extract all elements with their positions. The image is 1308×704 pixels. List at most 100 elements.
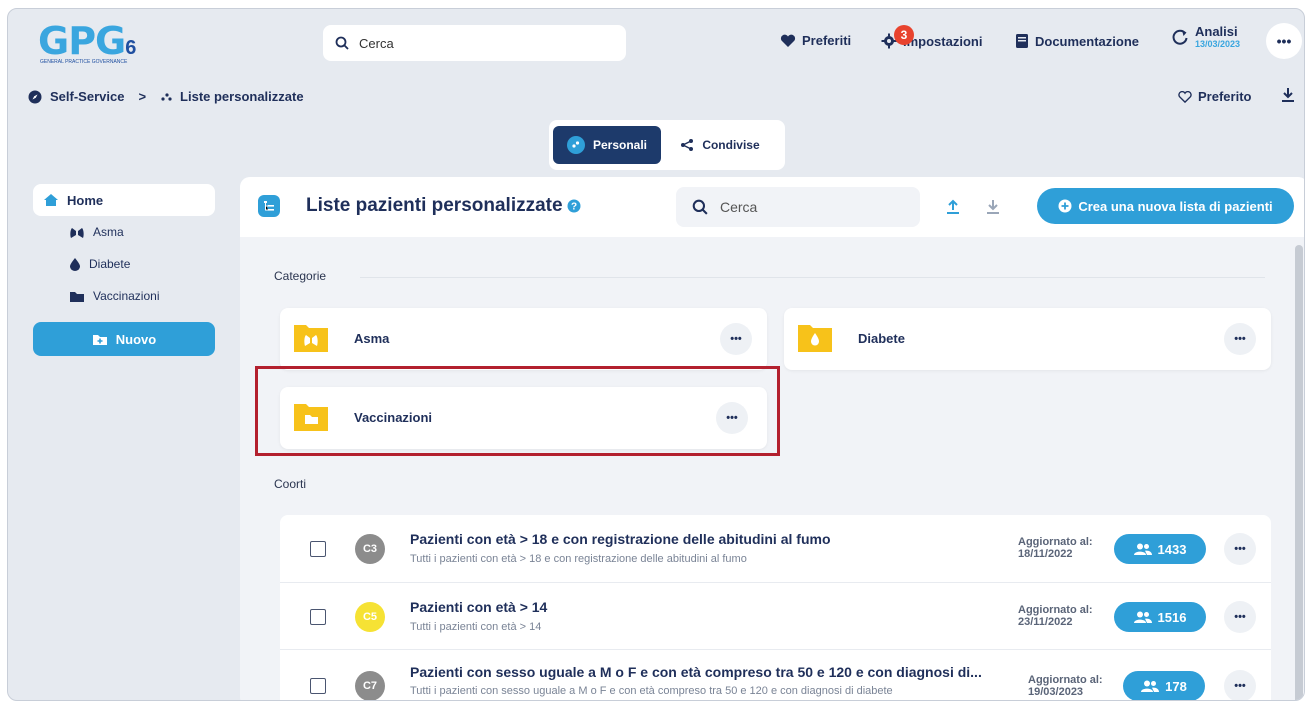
updated-label: Aggiornato al: — [1028, 674, 1103, 686]
lists-search-placeholder: Cerca — [720, 199, 758, 215]
cohort-more-button[interactable]: ••• — [1224, 670, 1256, 700]
tab-condivise-label: Condivise — [702, 138, 760, 152]
updated-label: Aggiornato al: — [1018, 536, 1093, 548]
heart-icon — [780, 34, 796, 47]
book-icon — [1016, 34, 1028, 48]
nav-preferiti[interactable]: Preferiti — [780, 33, 851, 48]
category-asma-more-button[interactable]: ••• — [720, 323, 752, 355]
lists-search-input[interactable]: Cerca — [676, 187, 920, 227]
sidebar-item-asma[interactable]: Asma — [33, 216, 215, 248]
patient-count-button[interactable]: 1516 — [1114, 602, 1206, 632]
logo-version: 6 — [125, 37, 137, 59]
compass-icon — [28, 90, 42, 103]
cohort-row[interactable]: C3 Pazienti con età > 18 e con registraz… — [280, 515, 1271, 583]
cohort-title[interactable]: Pazienti con età > 14 — [410, 599, 547, 615]
dots-list-icon — [161, 92, 172, 101]
cohort-avatar: C5 — [355, 602, 385, 632]
highlight-box — [255, 366, 780, 456]
cohort-more-button[interactable]: ••• — [1224, 601, 1256, 633]
more-menu-button[interactable]: ••• — [1266, 23, 1302, 59]
updated-date: 19/03/2023 — [1028, 686, 1084, 698]
divider — [360, 277, 1265, 278]
download-icon — [987, 200, 999, 214]
row-checkbox[interactable] — [310, 678, 326, 694]
tab-condivise[interactable]: Condivise — [665, 126, 775, 164]
patient-count: 1433 — [1157, 541, 1187, 557]
cohort-title[interactable]: Pazienti con età > 18 e con registrazion… — [410, 531, 831, 547]
category-diabete-label: Diabete — [858, 331, 905, 346]
category-card-asma[interactable]: Asma ••• — [280, 308, 767, 370]
create-list-button[interactable]: Crea una nuova lista di pazienti — [1037, 188, 1294, 224]
cohort-subtitle: Tutti i pazienti con sesso uguale a M o … — [410, 685, 893, 697]
cohort-avatar: C3 — [355, 534, 385, 564]
scrollbar[interactable] — [1295, 245, 1303, 700]
section-categorie-label: Categorie — [274, 269, 327, 283]
nav-documentazione-label: Documentazione — [1035, 33, 1140, 49]
gpg-logo[interactable]: GPG6 GENERAL PRACTICE GOVERNANCE — [38, 21, 178, 71]
personal-icon — [566, 136, 585, 154]
search-icon — [692, 199, 708, 215]
cohort-row[interactable]: C5 Pazienti con età > 14 Tutti i pazient… — [280, 583, 1271, 650]
export-button[interactable] — [986, 199, 1000, 220]
top-bar: GPG6 GENERAL PRACTICE GOVERNANCE Cerca P… — [8, 9, 1304, 81]
sidebar-item-vaccinazioni[interactable]: Vaccinazioni — [33, 280, 215, 312]
cohort-updated: Aggiornato al: 19/03/2023 — [1028, 674, 1103, 698]
patient-count: 178 — [1165, 678, 1187, 694]
cohort-title[interactable]: Pazienti con sesso uguale a M o F e con … — [410, 664, 982, 680]
nav-documentazione[interactable]: Documentazione — [1015, 33, 1139, 49]
sidebar-item-home[interactable]: Home — [33, 184, 215, 216]
sidebar-item-diabete[interactable]: Diabete — [33, 248, 215, 280]
cohort-subtitle: Tutti i pazienti con età > 14 — [410, 621, 542, 633]
new-category-button[interactable]: Nuovo — [33, 322, 215, 356]
sidebar-vaccinazioni-label: Vaccinazioni — [93, 289, 160, 303]
row-checkbox[interactable] — [310, 541, 326, 557]
create-list-label: Crea una nuova lista di pazienti — [1078, 198, 1273, 214]
cohort-row[interactable]: C7 Pazienti con sesso uguale a M o F e c… — [280, 650, 1271, 700]
category-card-diabete[interactable]: Diabete ••• — [784, 308, 1271, 370]
global-search-input[interactable]: Cerca — [323, 25, 626, 61]
row-checkbox[interactable] — [310, 609, 326, 625]
patient-count-button[interactable]: 178 — [1123, 671, 1205, 700]
upload-button[interactable] — [946, 199, 960, 220]
section-coorti-label: Coorti — [274, 477, 307, 491]
patient-count-button[interactable]: 1433 — [1114, 534, 1206, 564]
plus-circle-icon — [1058, 199, 1072, 213]
users-icon — [1133, 543, 1152, 555]
cohort-avatar: C7 — [355, 671, 385, 700]
sidebar: Home Asma Diabete Vaccinazioni Nuovo — [33, 184, 215, 356]
help-icon[interactable]: ? — [567, 199, 581, 213]
cohort-updated: Aggiornato al: 23/11/2022 — [1018, 604, 1093, 628]
drop-icon — [70, 258, 80, 271]
upload-icon — [947, 199, 959, 214]
cohort-more-button[interactable]: ••• — [1224, 533, 1256, 565]
tab-personali-label: Personali — [592, 138, 648, 152]
lungs-icon — [70, 226, 84, 238]
folder-plus-icon — [92, 334, 107, 345]
breadcrumb-separator: > — [138, 89, 147, 104]
updated-date: 23/11/2022 — [1018, 616, 1073, 628]
preferito-button[interactable]: Preferito — [1178, 89, 1251, 104]
cohort-subtitle: Tutti i pazienti con età > 18 e con regi… — [410, 553, 747, 565]
home-icon — [44, 194, 58, 206]
preferito-label: Preferito — [1198, 89, 1252, 104]
users-icon — [1141, 680, 1160, 692]
download-icon — [1282, 88, 1294, 102]
download-button[interactable] — [1281, 87, 1295, 108]
cohort-updated: Aggiornato al: 18/11/2022 — [1018, 536, 1093, 560]
lungs-folder-icon — [294, 325, 328, 352]
list-type-tabs: Personali Condivise — [549, 120, 785, 170]
updated-date: 18/11/2022 — [1018, 548, 1073, 560]
logo-subtitle: GENERAL PRACTICE GOVERNANCE — [40, 59, 128, 65]
breadcrumb-root[interactable]: Self-Service — [50, 89, 124, 104]
nav-preferiti-label: Preferiti — [802, 33, 852, 48]
page-title-text: Liste pazienti personalizzate — [306, 195, 563, 216]
analisi-date: 13/03/2023 — [1195, 39, 1241, 49]
refresh-icon — [1172, 29, 1188, 45]
breadcrumb: Self-Service > Liste personalizzate — [28, 89, 304, 104]
page-title: Liste pazienti personalizzate ? — [306, 195, 581, 217]
category-diabete-more-button[interactable]: ••• — [1224, 323, 1256, 355]
nav-analisi[interactable]: Analisi 13/03/2023 — [1171, 25, 1240, 49]
tab-personali[interactable]: Personali — [553, 126, 661, 164]
category-asma-label: Asma — [354, 331, 390, 346]
sidebar-asma-label: Asma — [93, 225, 124, 239]
